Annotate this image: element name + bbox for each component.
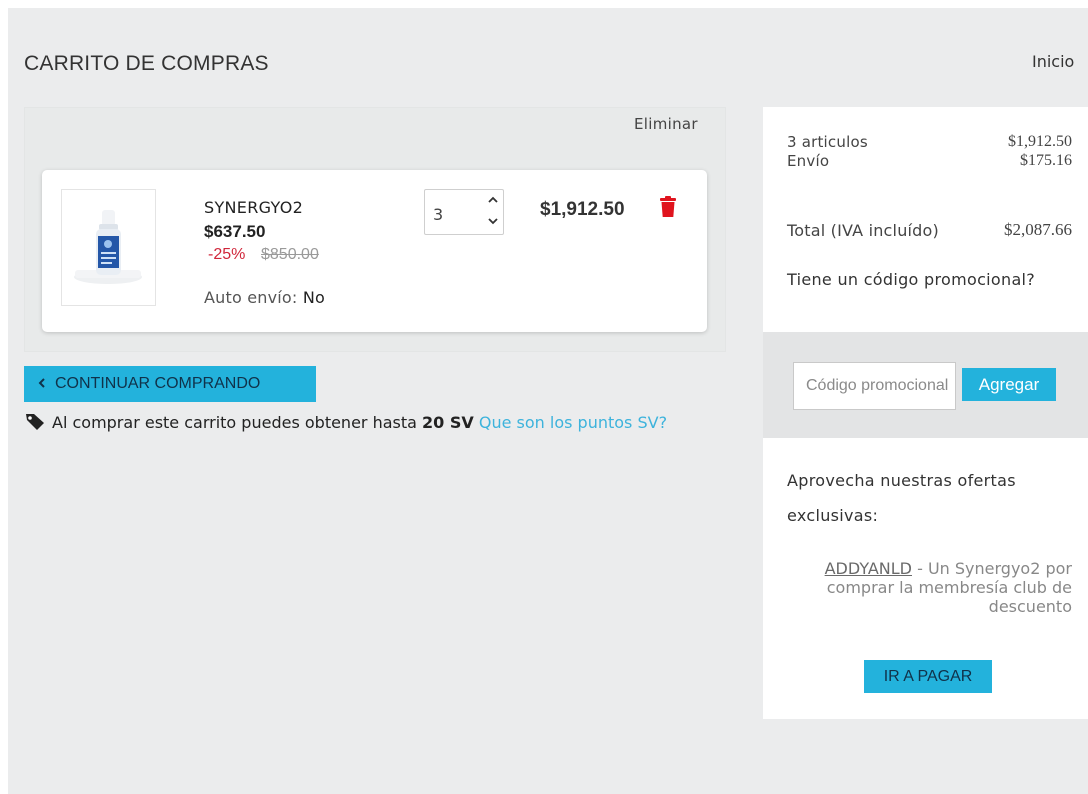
shipping-value: $175.16	[1020, 152, 1072, 169]
page-title: CARRITO DE COMPRAS	[24, 52, 269, 75]
items-subtotal: $1,912.50	[1008, 133, 1072, 150]
total-value: $2,087.66	[1004, 220, 1072, 239]
continue-shopping-button[interactable]: CONTINUAR COMPRANDO	[24, 366, 316, 402]
chevron-left-icon	[38, 366, 45, 402]
shipping-label: Envío	[787, 152, 830, 170]
sv-text: Al comprar este carrito puedes obtener h…	[52, 413, 417, 432]
product-name[interactable]: SYNERGYO2	[204, 198, 303, 217]
continue-shopping-label: CONTINUAR COMPRANDO	[55, 375, 261, 392]
auto-ship-value: No	[302, 288, 325, 307]
line-total: $1,912.50	[540, 199, 625, 220]
sv-info-link[interactable]: Que son los puntos SV?	[479, 413, 667, 432]
checkout-button[interactable]: IR A PAGAR	[864, 660, 992, 693]
items-count-label: 3 articulos	[787, 133, 868, 151]
product-bottle-image	[74, 210, 142, 284]
home-link[interactable]: Inicio	[1032, 52, 1074, 71]
promo-code-input[interactable]	[793, 362, 956, 410]
product-price: $637.50	[204, 222, 266, 241]
sv-points-value: 20 SV	[422, 413, 474, 432]
chevron-up-icon[interactable]	[483, 190, 503, 210]
offer-description: ADDYANLD - Un Synergyo2 por comprar la m…	[790, 559, 1072, 616]
remove-column-header: Eliminar	[634, 115, 698, 133]
quantity-value[interactable]: 3	[433, 205, 443, 224]
sv-points-info: Al comprar este carrito puedes obtener h…	[24, 408, 704, 438]
offers-title: Aprovecha nuestras ofertas exclusivas:	[787, 471, 1016, 525]
auto-ship-info: Auto envío: No	[204, 288, 325, 307]
chevron-down-icon[interactable]	[483, 212, 503, 232]
tag-icon	[24, 411, 46, 430]
add-promo-button[interactable]: Agregar	[962, 368, 1056, 401]
promo-question: Tiene un código promocional?	[787, 270, 1036, 289]
original-price: $850.00	[261, 246, 319, 263]
discount-percent: -25%	[208, 246, 246, 263]
trash-icon[interactable]	[659, 196, 677, 218]
auto-ship-label: Auto envío:	[204, 288, 298, 307]
product-thumbnail[interactable]	[61, 189, 156, 306]
offer-code[interactable]: ADDYANLD	[825, 559, 912, 578]
total-label: Total (IVA incluído)	[787, 221, 939, 240]
